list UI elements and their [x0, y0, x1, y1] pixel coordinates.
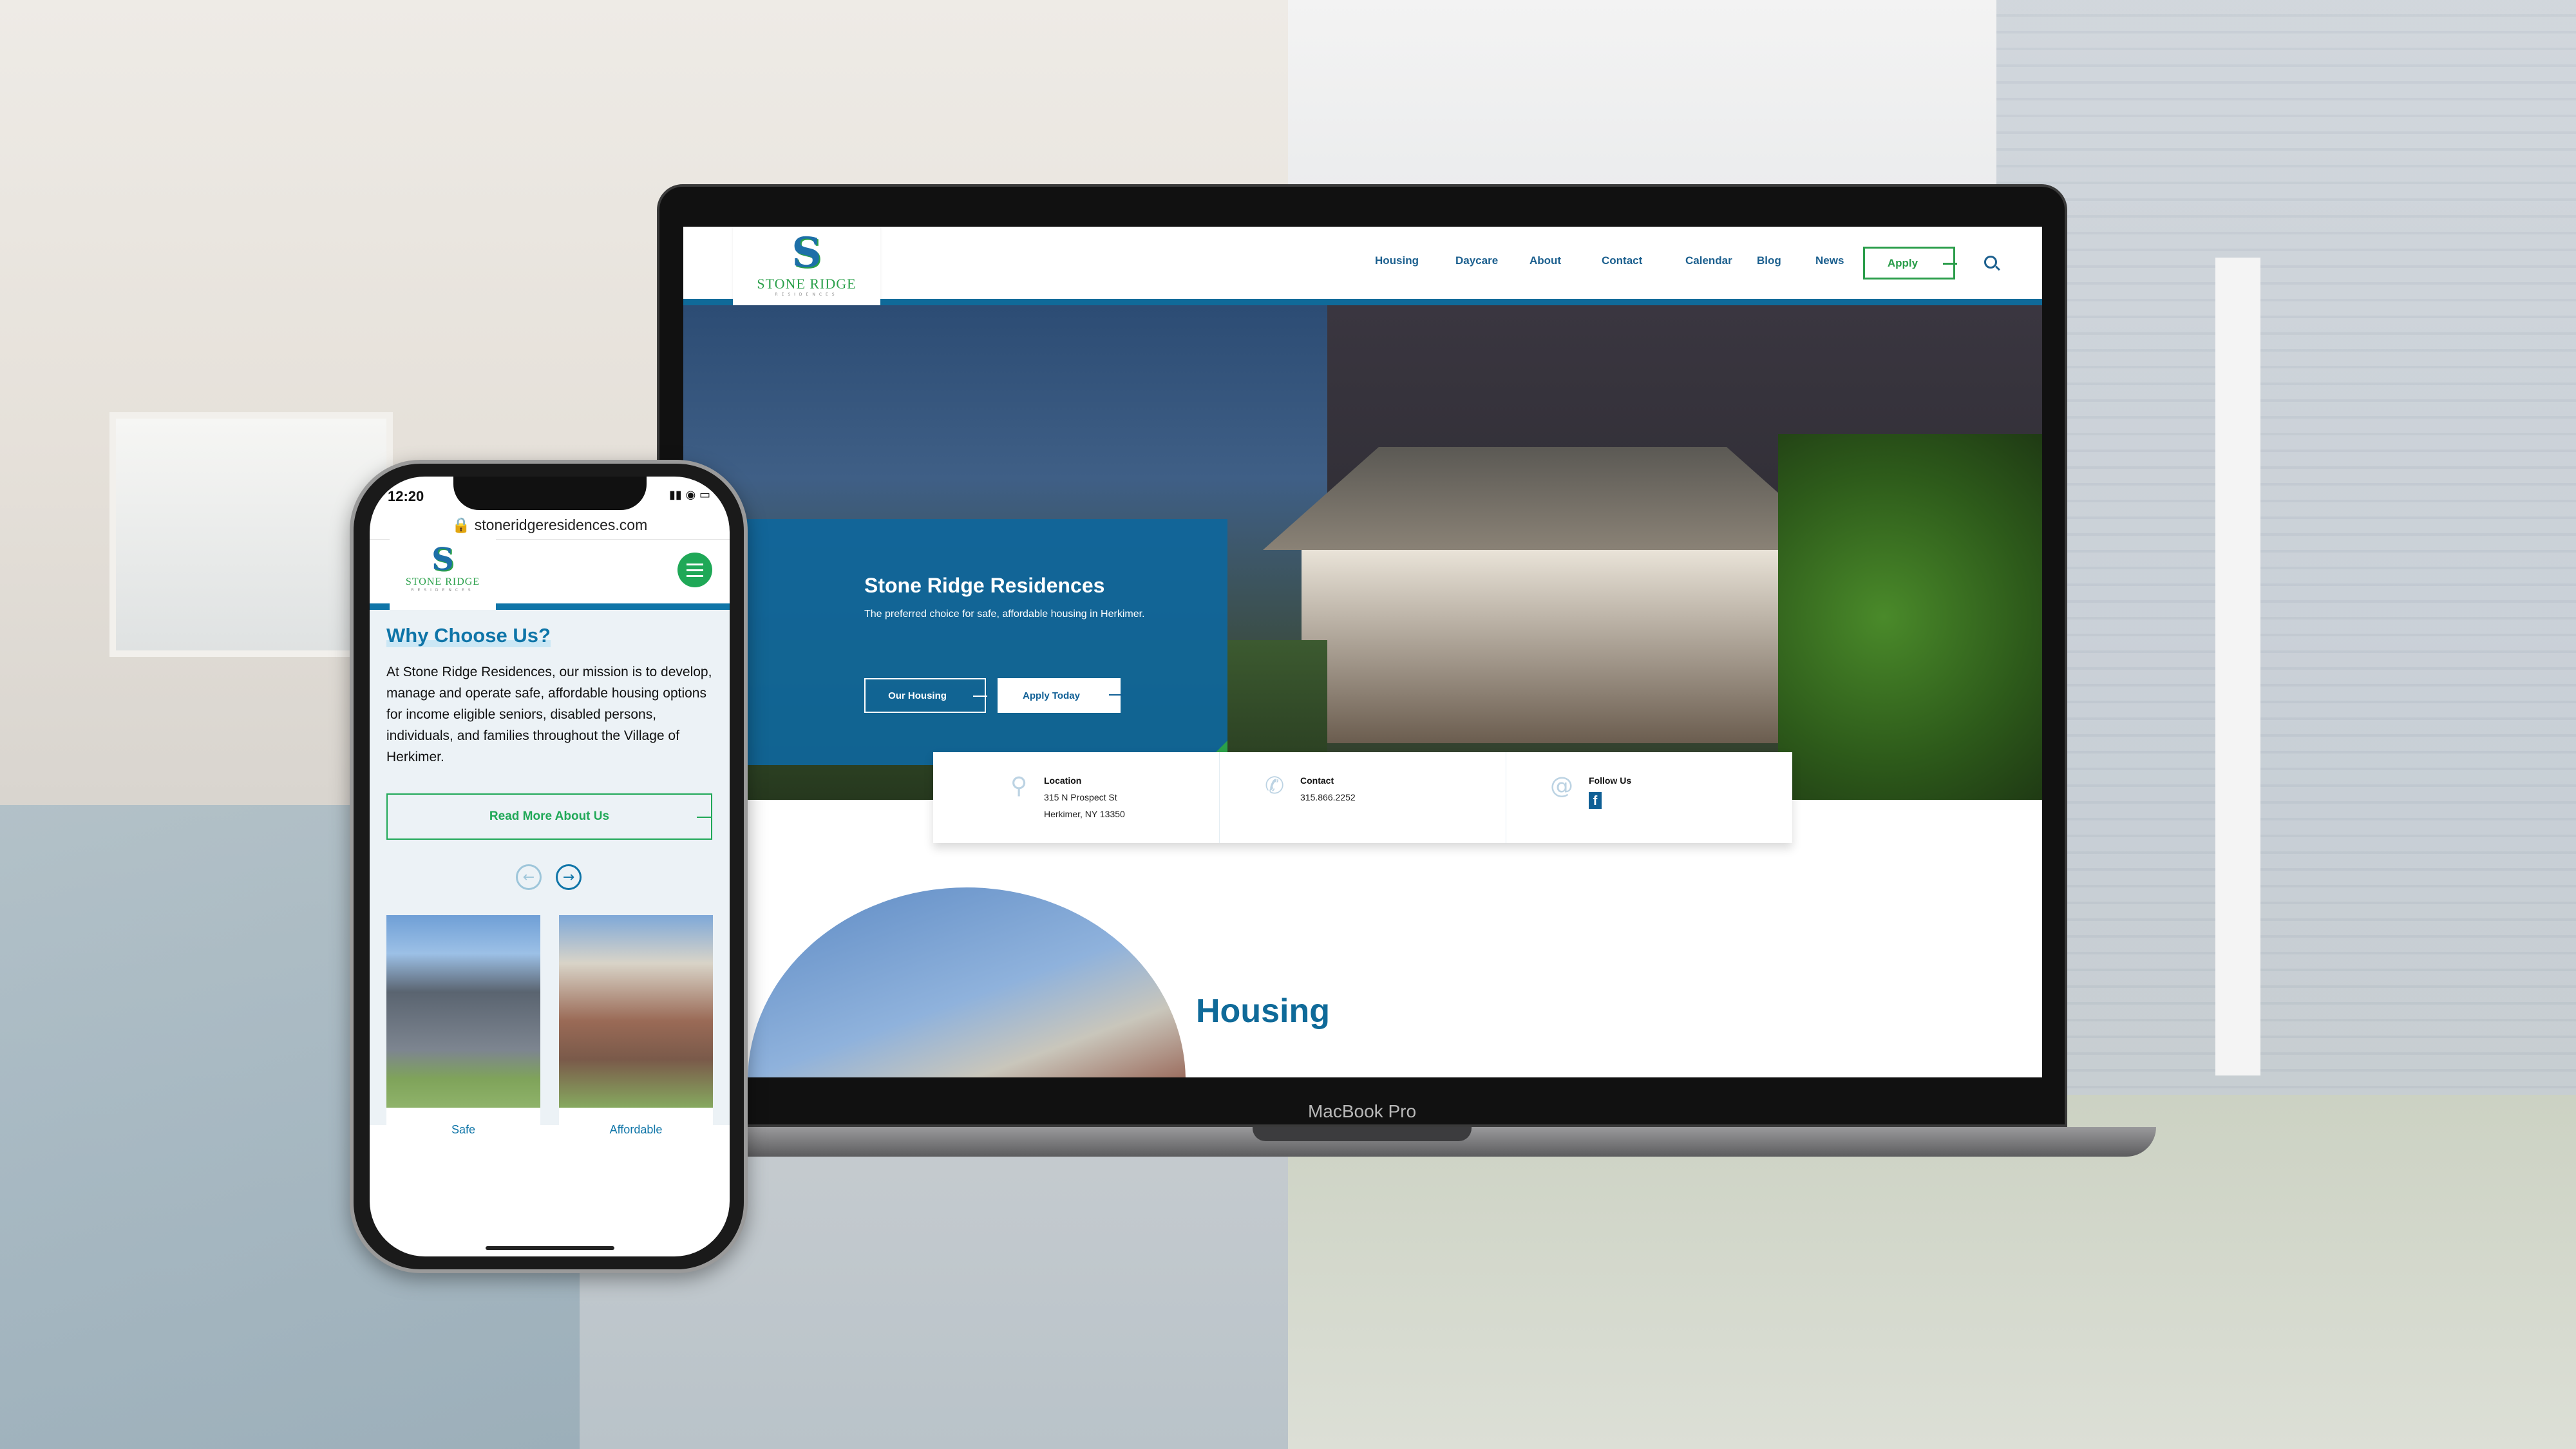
housing-section-title: Housing — [1196, 992, 1330, 1030]
search-icon[interactable] — [1984, 256, 1997, 269]
hero-section: Stone Ridge Residences The preferred cho… — [683, 305, 2042, 800]
location-info: ⚲ Location 315 N Prospect St Herkimer, N… — [933, 752, 1220, 843]
status-time: 12:20 — [388, 488, 424, 504]
site-logo[interactable]: S STONE RIDGE RESIDENCES — [733, 227, 880, 305]
nav-about[interactable]: About — [1530, 254, 1561, 267]
card-label: Affordable — [609, 1123, 663, 1136]
info-title: Location — [1044, 775, 1082, 786]
signal-wifi-battery-icon: ▮▮ ◉ ▭ — [669, 488, 710, 502]
url-text: stoneridgeresidences.com — [474, 516, 648, 533]
logo-name: STONE RIDGE — [757, 276, 857, 292]
phone-notch — [453, 477, 647, 510]
hamburger-menu-icon[interactable] — [677, 553, 712, 587]
housing-image — [748, 887, 1186, 1077]
arrow-left-icon[interactable]: ← — [516, 864, 542, 890]
read-more-button[interactable]: Read More About Us — [386, 793, 712, 840]
address-bar[interactable]: 🔒 stoneridgeresidences.com — [370, 516, 730, 534]
info-title: Contact — [1300, 775, 1334, 786]
apply-today-button[interactable]: Apply Today — [998, 678, 1123, 713]
logo-name: STONE RIDGE — [405, 576, 480, 587]
nav-news[interactable]: News — [1815, 254, 1844, 267]
address-line: Herkimer, NY 13350 — [1044, 809, 1125, 819]
laptop-screen: S STONE RIDGE RESIDENCES Housing Daycare… — [683, 227, 2042, 1077]
hero-panel: Stone Ridge Residences The preferred cho… — [683, 519, 1227, 765]
address-line: 315 N Prospect St — [1044, 792, 1117, 802]
logo-mark-icon: S — [791, 229, 822, 277]
site-nav: S STONE RIDGE RESIDENCES Housing Daycare… — [683, 227, 2042, 305]
laptop-hinge-notch — [1253, 1127, 1472, 1141]
facebook-icon[interactable]: f — [1589, 792, 1602, 809]
our-housing-button[interactable]: Our Housing — [864, 678, 987, 713]
mission-paragraph: At Stone Ridge Residences, our mission i… — [386, 665, 712, 764]
card-image — [559, 915, 713, 1108]
nav-housing[interactable]: Housing — [1375, 254, 1419, 267]
device-label: MacBook Pro — [1307, 1101, 1417, 1121]
logo-mark-icon: S — [431, 542, 454, 578]
logo-sub: RESIDENCES — [775, 292, 838, 297]
apply-button[interactable]: Apply — [1863, 247, 1957, 279]
at-icon: @ — [1550, 773, 1573, 799]
card-affordable[interactable]: Affordable — [559, 915, 713, 1150]
nav-divider — [683, 299, 2042, 305]
card-image — [386, 915, 540, 1108]
hero-title: Stone Ridge Residences — [864, 574, 1105, 597]
follow-info: @ Follow Us f — [1506, 752, 1792, 843]
why-choose-section: Why Choose Us? At Stone Ridge Residences… — [370, 610, 730, 1150]
site-logo[interactable]: S STONE RIDGE RESIDENCES — [390, 539, 496, 610]
phone-screen: 12:20 ▮▮ ◉ ▭ 🔒 stoneridgeresidences.com … — [370, 477, 730, 1256]
phone-number[interactable]: 315.866.2252 — [1300, 792, 1356, 802]
nav-daycare[interactable]: Daycare — [1455, 254, 1498, 267]
card-label: Safe — [451, 1123, 476, 1136]
arrow-right-icon[interactable]: → — [556, 864, 582, 890]
info-title: Follow Us — [1589, 775, 1632, 786]
info-card: ⚲ Location 315 N Prospect St Herkimer, N… — [933, 752, 1792, 843]
home-indicator[interactable] — [486, 1246, 614, 1250]
map-pin-icon: ⚲ — [1010, 773, 1028, 799]
section-heading: Why Choose Us? — [386, 624, 551, 647]
lock-icon: 🔒 — [451, 516, 471, 533]
nav-calendar[interactable]: Calendar — [1685, 254, 1732, 267]
contact-info: ✆ Contact 315.866.2252 — [1220, 752, 1506, 843]
card-safe[interactable]: Safe — [386, 915, 540, 1150]
hero-subtitle: The preferred choice for safe, affordabl… — [864, 609, 1145, 620]
nav-contact[interactable]: Contact — [1602, 254, 1642, 267]
logo-sub: RESIDENCES — [411, 588, 475, 592]
phone-icon: ✆ — [1265, 773, 1285, 799]
nav-blog[interactable]: Blog — [1757, 254, 1781, 267]
